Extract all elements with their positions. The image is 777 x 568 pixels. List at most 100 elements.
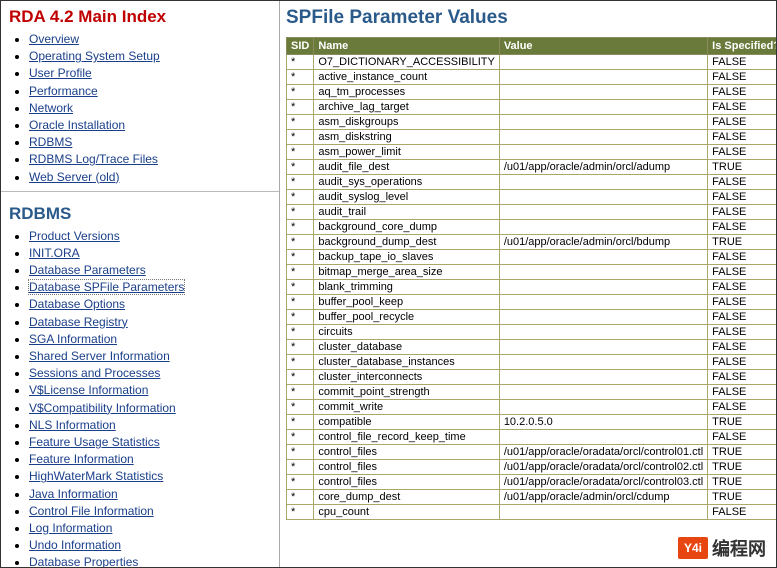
cell: audit_syslog_level	[314, 190, 499, 205]
cell: /u01/app/oracle/oradata/orcl/control03.c…	[499, 475, 707, 490]
sidebar-item: Shared Server Information	[29, 348, 279, 364]
cell: 10.2.0.5.0	[499, 415, 707, 430]
cell: control_files	[314, 460, 499, 475]
sidebar-link[interactable]: Web Server (old)	[29, 170, 119, 184]
cell: *	[287, 340, 314, 355]
cell	[499, 145, 707, 160]
sidebar-item: Overview	[29, 31, 279, 47]
sidebar-link[interactable]: Feature Information	[29, 452, 134, 466]
cell: blank_trimming	[314, 280, 499, 295]
sidebar-link[interactable]: Log Information	[29, 521, 112, 535]
cell: *	[287, 190, 314, 205]
cell: *	[287, 100, 314, 115]
table-row: *commit_point_strengthFALSE0	[287, 385, 777, 400]
table-row: *backup_tape_io_slavesFALSE0	[287, 250, 777, 265]
cell: control_files	[314, 445, 499, 460]
table-row: *asm_diskgroupsFALSE0	[287, 115, 777, 130]
sidebar-item: Performance	[29, 83, 279, 99]
sidebar-link[interactable]: User Profile	[29, 66, 92, 80]
sidebar-link[interactable]: RDBMS Log/Trace Files	[29, 152, 158, 166]
sidebar-link[interactable]: Database Registry	[29, 315, 128, 329]
sidebar-link[interactable]: Performance	[29, 84, 98, 98]
cell: FALSE	[708, 130, 776, 145]
cell: background_dump_dest	[314, 235, 499, 250]
cell: FALSE	[708, 220, 776, 235]
cell: /u01/app/oracle/admin/orcl/adump	[499, 160, 707, 175]
table-row: *audit_file_dest/u01/app/oracle/admin/or…	[287, 160, 777, 175]
sidebar-link[interactable]: V$License Information	[29, 383, 148, 397]
cell: FALSE	[708, 70, 776, 85]
table-row: *aq_tm_processesFALSE0	[287, 85, 777, 100]
sidebar-item: V$License Information	[29, 382, 279, 398]
cell: /u01/app/oracle/oradata/orcl/control01.c…	[499, 445, 707, 460]
cell: FALSE	[708, 370, 776, 385]
cell: audit_trail	[314, 205, 499, 220]
column-header: Name	[314, 38, 499, 55]
cell: O7_DICTIONARY_ACCESSIBILITY	[314, 55, 499, 70]
cell	[499, 115, 707, 130]
table-row: *background_core_dumpFALSE0	[287, 220, 777, 235]
sidebar-link[interactable]: Shared Server Information	[29, 349, 170, 363]
sidebar-link[interactable]: RDBMS	[29, 135, 72, 149]
sidebar-link[interactable]: Network	[29, 101, 73, 115]
cell: FALSE	[708, 340, 776, 355]
cell	[499, 430, 707, 445]
sidebar-link[interactable]: Oracle Installation	[29, 118, 125, 132]
table-row: *audit_trailFALSE0	[287, 205, 777, 220]
sidebar-link[interactable]: Operating System Setup	[29, 49, 160, 63]
cell: *	[287, 445, 314, 460]
cell	[499, 280, 707, 295]
cell: *	[287, 385, 314, 400]
column-header: Is Specified?	[708, 38, 776, 55]
cell	[499, 265, 707, 280]
cell: *	[287, 325, 314, 340]
cell: FALSE	[708, 100, 776, 115]
cell: FALSE	[708, 250, 776, 265]
cell: *	[287, 310, 314, 325]
cell: control_file_record_keep_time	[314, 430, 499, 445]
sidebar-link[interactable]: Database SPFile Parameters	[29, 280, 184, 294]
sidebar-nav[interactable]: RDA 4.2 Main Index OverviewOperating Sys…	[1, 1, 280, 567]
sidebar-link[interactable]: Feature Usage Statistics	[29, 435, 160, 449]
sidebar-link[interactable]: HighWaterMark Statistics	[29, 469, 163, 483]
cell	[499, 205, 707, 220]
table-row: *commit_writeFALSE0	[287, 400, 777, 415]
cell: FALSE	[708, 280, 776, 295]
watermark: Y4i 编程网	[674, 533, 770, 563]
sidebar-item: Sessions and Processes	[29, 365, 279, 381]
sidebar-link[interactable]: INIT.ORA	[29, 246, 80, 260]
cell: cluster_interconnects	[314, 370, 499, 385]
sidebar-link[interactable]: Overview	[29, 32, 79, 46]
cell: FALSE	[708, 430, 776, 445]
cell: *	[287, 115, 314, 130]
table-row: *O7_DICTIONARY_ACCESSIBILITYFALSE0	[287, 55, 777, 70]
table-row: *cluster_interconnectsFALSE0	[287, 370, 777, 385]
cell: cpu_count	[314, 505, 499, 520]
sidebar-link[interactable]: Java Information	[29, 487, 118, 501]
cell: active_instance_count	[314, 70, 499, 85]
cell: FALSE	[708, 205, 776, 220]
sidebar-link[interactable]: NLS Information	[29, 418, 116, 432]
cell: buffer_pool_recycle	[314, 310, 499, 325]
table-row: *asm_diskstringFALSE0	[287, 130, 777, 145]
cell: *	[287, 160, 314, 175]
cell: *	[287, 295, 314, 310]
sidebar-link[interactable]: Sessions and Processes	[29, 366, 160, 380]
table-row: *compatible10.2.0.5.0TRUE1	[287, 415, 777, 430]
table-row: *cluster_databaseFALSE0	[287, 340, 777, 355]
sidebar-link[interactable]: Database Parameters	[29, 263, 146, 277]
table-row: *control_files/u01/app/oracle/oradata/or…	[287, 475, 777, 490]
table-row: *active_instance_countFALSE0	[287, 70, 777, 85]
sidebar-item: Undo Information	[29, 537, 279, 553]
main-content[interactable]: SPFile Parameter Values SIDNameValueIs S…	[280, 1, 776, 567]
sidebar-link[interactable]: V$Compatibility Information	[29, 401, 176, 415]
cell: *	[287, 220, 314, 235]
sidebar-link[interactable]: Database Options	[29, 297, 125, 311]
cell	[499, 340, 707, 355]
sidebar-link[interactable]: SGA Information	[29, 332, 117, 346]
sidebar-link[interactable]: Product Versions	[29, 229, 120, 243]
cell: *	[287, 250, 314, 265]
sidebar-link[interactable]: Undo Information	[29, 538, 121, 552]
sidebar-link[interactable]: Database Properties	[29, 555, 138, 567]
sidebar-link[interactable]: Control File Information	[29, 504, 154, 518]
